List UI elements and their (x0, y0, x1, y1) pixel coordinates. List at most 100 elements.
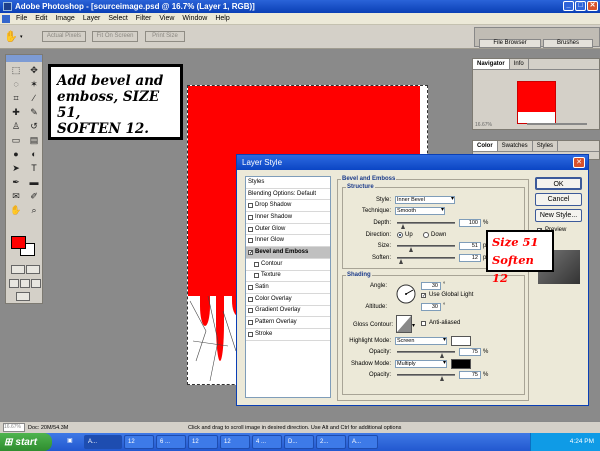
angle-input[interactable]: 30 (421, 282, 441, 290)
style-list-item[interactable]: Outer Glow (246, 224, 330, 236)
style-list-item[interactable]: Color Overlay (246, 294, 330, 306)
style-list-item[interactable]: ✓ Bevel and Emboss (246, 247, 330, 259)
lasso-tool-icon[interactable]: ◌ (8, 78, 24, 91)
taskbar-item[interactable]: A... (348, 435, 378, 449)
print-size-button[interactable]: Print Size (145, 31, 185, 42)
dialog-close-button[interactable]: ✕ (573, 157, 585, 168)
global-light-checkbox[interactable]: ✓ (421, 293, 426, 299)
style-list-item[interactable]: Satin (246, 282, 330, 294)
hand-tool-button-icon[interactable]: ✋ (8, 204, 24, 217)
style-list-item[interactable]: Texture (246, 271, 330, 283)
menu-filter[interactable]: Filter (132, 15, 156, 22)
shadow-opacity-slider[interactable] (397, 374, 455, 376)
style-checkbox[interactable]: ✓ (248, 249, 253, 255)
menu-select[interactable]: Select (104, 15, 131, 22)
stamp-tool-icon[interactable]: ♙ (8, 120, 24, 133)
style-list-item[interactable]: Blending Options: Default (246, 189, 330, 201)
slice-tool-icon[interactable]: ∕ (26, 92, 42, 105)
fit-on-screen-button[interactable]: Fit On Screen (92, 31, 138, 42)
soften-slider[interactable] (397, 257, 455, 259)
app-menu-icon[interactable] (2, 14, 10, 23)
foreground-color-swatch[interactable] (11, 236, 26, 249)
style-list-item[interactable]: Inner Shadow (246, 212, 330, 224)
technique-select[interactable]: Smooth (395, 207, 445, 215)
brush-tool-icon[interactable]: ✎ (26, 106, 42, 119)
shape-tool-icon[interactable]: ▬ (26, 176, 42, 189)
move-tool-icon[interactable]: ✥ (26, 64, 42, 77)
shadow-color-swatch[interactable] (451, 359, 471, 369)
jump-to-imageready-icon[interactable] (16, 292, 30, 301)
screen-mode-full-icon[interactable] (31, 279, 41, 288)
style-checkbox[interactable] (248, 331, 253, 337)
tool-preset-dropdown-icon[interactable]: ▾ (20, 34, 23, 40)
hand-tool-icon[interactable]: ✋ (4, 30, 18, 43)
direction-down-radio[interactable] (423, 232, 429, 238)
navigator-thumbnail[interactable] (517, 81, 556, 124)
size-input[interactable]: 51 (459, 242, 481, 250)
tab-styles[interactable]: Styles (533, 141, 559, 151)
standard-mode-icon[interactable] (11, 265, 25, 274)
style-list-item[interactable]: Gradient Overlay (246, 306, 330, 318)
style-checkbox[interactable] (248, 296, 253, 302)
highlight-mode-select[interactable]: Screen (395, 337, 447, 345)
start-button[interactable]: ⊞ start (0, 433, 52, 451)
menu-image[interactable]: Image (51, 15, 78, 22)
toolbox-grip[interactable] (6, 55, 42, 62)
actual-pixels-button[interactable]: Actual Pixels (42, 31, 86, 42)
close-button[interactable]: ✕ (587, 1, 598, 11)
taskbar-item[interactable]: 6 ... (156, 435, 186, 449)
brushes-tab[interactable]: Brushes (543, 39, 593, 48)
maximize-button[interactable]: □ (575, 1, 586, 11)
depth-slider[interactable] (397, 222, 455, 224)
taskbar-item[interactable]: 12 (220, 435, 250, 449)
cancel-button[interactable]: Cancel (535, 193, 582, 206)
tab-info[interactable]: Info (510, 59, 529, 69)
style-checkbox[interactable] (248, 203, 253, 209)
clock[interactable]: 4:24 PM (570, 438, 594, 445)
tab-color[interactable]: Color (473, 141, 498, 151)
style-checkbox[interactable] (248, 285, 253, 291)
file-browser-tab[interactable]: File Browser (479, 39, 541, 48)
minimize-button[interactable]: _ (563, 1, 574, 11)
style-list-item[interactable]: Pattern Overlay (246, 317, 330, 329)
taskbar-item[interactable]: A... (84, 435, 122, 449)
highlight-color-swatch[interactable] (451, 336, 471, 346)
highlight-opacity-slider[interactable] (397, 351, 455, 353)
navigator-zoom[interactable]: 16.67% (475, 122, 492, 128)
style-list-item[interactable]: Inner Glow (246, 235, 330, 248)
healing-brush-tool-icon[interactable]: ✚ (8, 106, 24, 119)
quick-mask-mode-icon[interactable] (26, 265, 40, 274)
style-list-item[interactable]: Styles (246, 177, 330, 189)
style-list-item[interactable]: Contour (246, 259, 330, 271)
style-checkbox[interactable] (248, 238, 253, 244)
shadow-mode-select[interactable]: Multiply (395, 360, 447, 368)
dodge-tool-icon[interactable]: ◐ (26, 148, 42, 161)
pen-tool-icon[interactable]: ✒ (8, 176, 24, 189)
menu-edit[interactable]: Edit (31, 15, 51, 22)
soften-input[interactable]: 12 (459, 254, 481, 262)
menu-help[interactable]: Help (211, 15, 233, 22)
direction-up-radio[interactable] (397, 232, 403, 238)
zoom-tool-icon[interactable]: ⌕ (26, 204, 42, 217)
menu-window[interactable]: Window (178, 15, 211, 22)
eyedropper-tool-icon[interactable]: ✐ (26, 190, 42, 203)
quick-launch-icon[interactable]: ▣ (64, 435, 82, 449)
anti-aliased-checkbox[interactable] (421, 321, 426, 326)
style-checkbox[interactable] (248, 320, 253, 326)
shadow-opacity-input[interactable]: 75 (459, 371, 481, 379)
crop-tool-icon[interactable]: ⌗ (8, 92, 24, 105)
menu-view[interactable]: View (155, 15, 178, 22)
magic-wand-tool-icon[interactable]: ✶ (26, 78, 42, 91)
menu-layer[interactable]: Layer (79, 15, 105, 22)
tab-navigator[interactable]: Navigator (473, 59, 510, 69)
angle-dial[interactable] (395, 283, 417, 305)
style-list-item[interactable]: Drop Shadow (246, 200, 330, 213)
size-slider[interactable] (397, 245, 455, 247)
depth-input[interactable]: 100 (459, 219, 481, 227)
gloss-contour-picker[interactable]: ▾ (396, 315, 416, 333)
taskbar-item[interactable]: D... (284, 435, 314, 449)
status-zoom-field[interactable]: 16.67% (3, 423, 25, 432)
history-brush-tool-icon[interactable]: ↺ (26, 120, 42, 133)
style-checkbox[interactable] (248, 226, 253, 232)
style-checkbox[interactable] (254, 273, 259, 279)
